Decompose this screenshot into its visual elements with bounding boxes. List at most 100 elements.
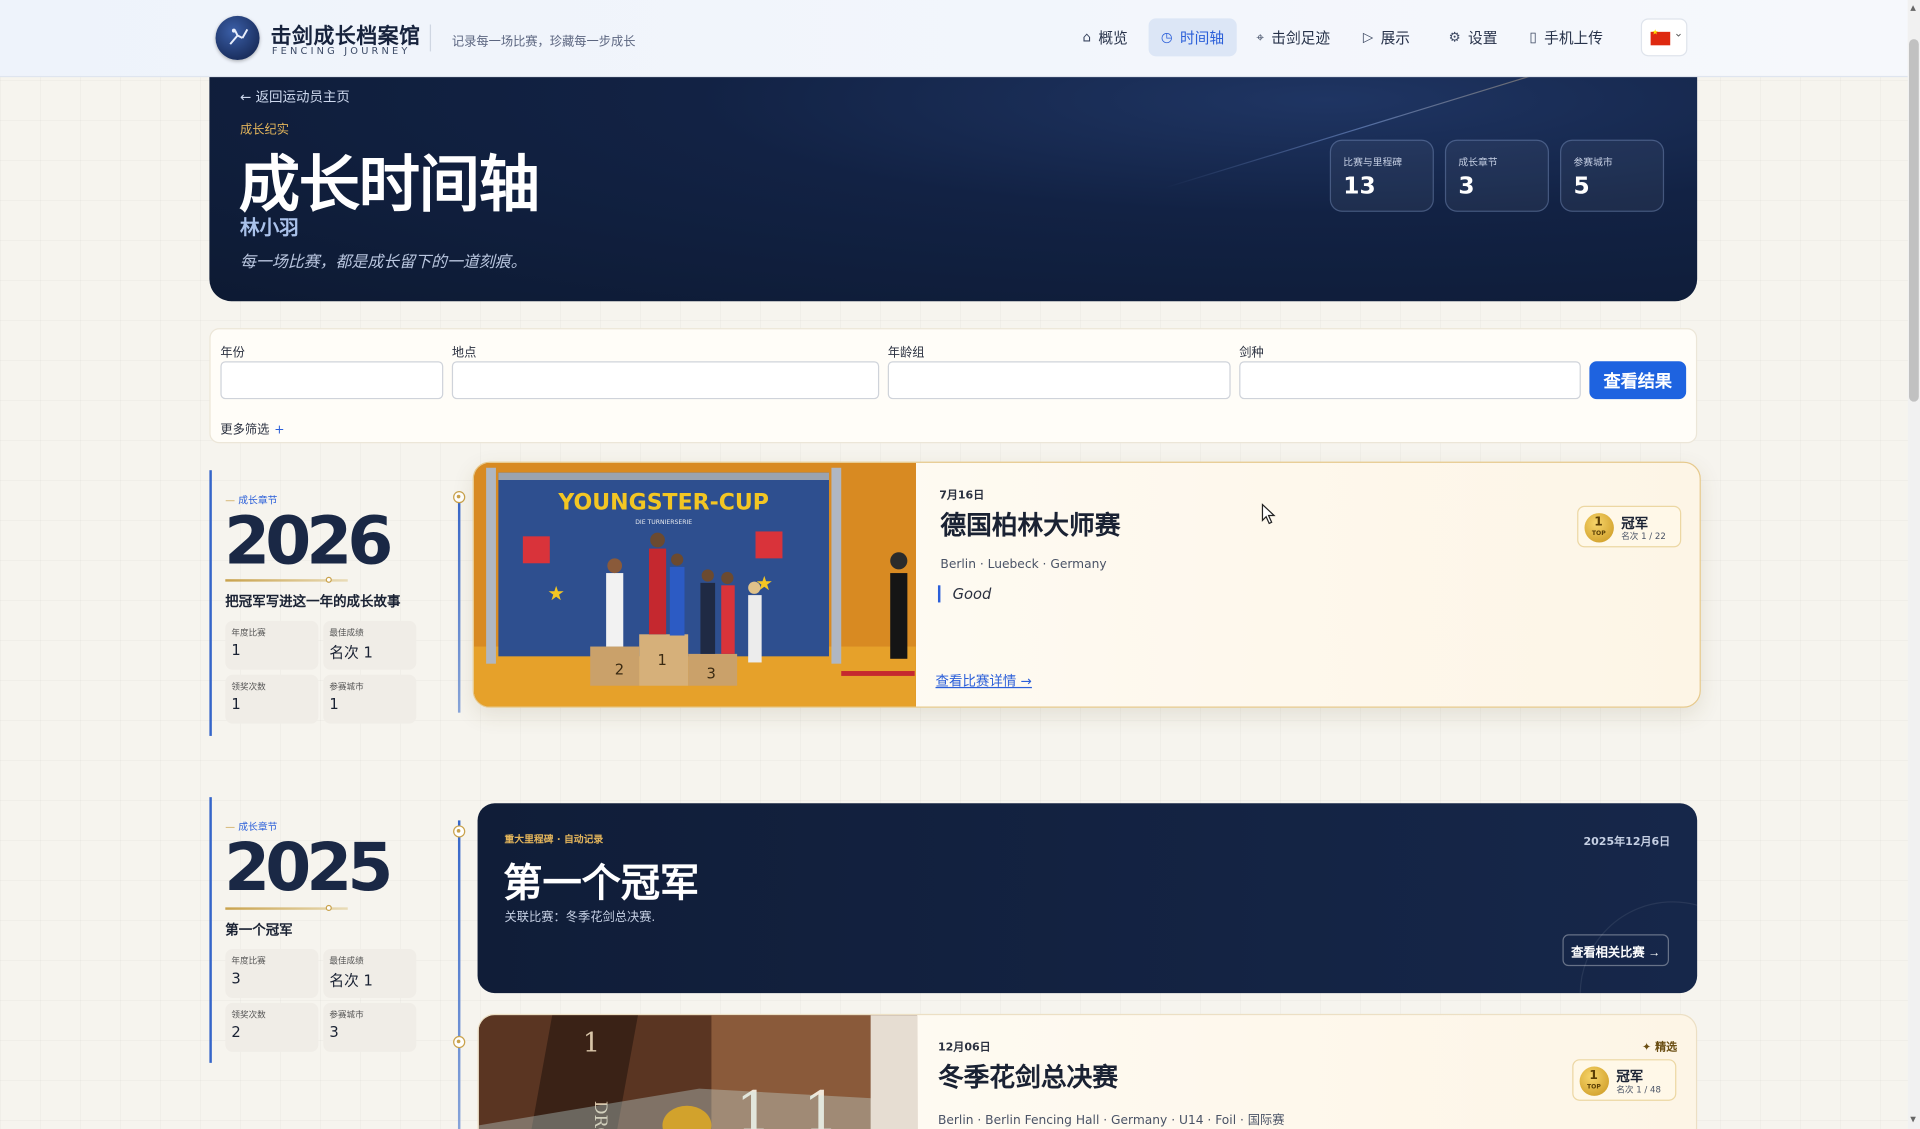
chapter-year: 2026 [224, 502, 393, 580]
stat-value: 1 [231, 695, 241, 713]
divider [429, 24, 432, 52]
year-dot [325, 576, 332, 583]
stat-value: 名次 1 [329, 972, 373, 990]
language-selector[interactable]: ⌄ [1640, 18, 1688, 57]
chapter-description: 第一个冠军 [225, 922, 293, 938]
stat-label: 领奖次数 [231, 1010, 266, 1021]
timeline-node [453, 491, 466, 504]
svg-text:★: ★ [547, 582, 565, 605]
hero-kicker: 成长纪实 [240, 123, 289, 138]
event-card-berlin-masters[interactable]: YOUNGSTER-CUP DIE TURNIERSERIE ★ ★ 2 1 3 [472, 461, 1701, 708]
featured-tag: ✦ 精选 [1642, 1042, 1678, 1055]
event-location: Berlin · Berlin Fencing Hall · Germany ·… [937, 1114, 1285, 1128]
hero-banner: ← 返回运动员主页 成长纪实 成长时间轴 林小羽 每一场比赛，都是成长留下的一道… [209, 77, 1698, 302]
tagline: 记录每一场比赛，珍藏每一步成长 [451, 35, 636, 49]
back-to-athlete-link[interactable]: ← 返回运动员主页 [240, 87, 350, 107]
scrollbar-thumb[interactable] [1908, 39, 1919, 402]
chapter-description: 把冠军写进这一年的成长故事 [225, 593, 401, 610]
year-dot [325, 904, 332, 912]
timeline-node [453, 1035, 466, 1049]
event-location: Berlin · Luebeck · Germany [940, 558, 1107, 572]
medal-text: TOP [1586, 1083, 1601, 1092]
event-title[interactable]: 冬季花剑总决赛 [938, 1058, 1118, 1095]
svg-text:2: 2 [615, 662, 624, 679]
home-icon: ⌂ [1082, 29, 1092, 46]
top-nav: 击剑成长档案馆 FENCING JOURNEY 记录每一场比赛，珍藏每一步成长 … [0, 0, 1908, 78]
event-title[interactable]: 德国柏林大师赛 [940, 506, 1120, 543]
stat-value: 13 [1343, 172, 1376, 200]
svg-text:3: 3 [707, 665, 716, 682]
chapter-bar [209, 470, 212, 736]
nav-label: 手机上传 [1544, 29, 1603, 47]
chapter-year: 2025 [224, 828, 393, 907]
timeline-node [453, 825, 466, 838]
event-card-winter-finals[interactable]: 1 DRO 1 1 12月06日 冬季花剑总决赛 Berlin · Berlin… [477, 1013, 1698, 1129]
page-scrollbar[interactable]: ▲ ▼ [1907, 0, 1920, 1129]
chapter-stat: 年度比赛 3 [225, 948, 319, 998]
event-date: 12月06日 [937, 1042, 991, 1055]
location-input[interactable] [451, 361, 880, 400]
badge-rank: 名次 1 / 22 [1621, 531, 1666, 542]
chapter-stat: 年度比赛 1 [225, 620, 319, 670]
event-note: Good [937, 585, 991, 603]
stat-label: 比赛与里程碑 [1343, 156, 1403, 168]
nav-item-overview[interactable]: ⌂ 概览 [1070, 18, 1140, 56]
stat-value: 名次 1 [329, 644, 373, 662]
badge-rank: 名次 1 / 48 [1616, 1084, 1661, 1095]
nav-item-settings[interactable]: ⚙ 设置 [1436, 18, 1509, 56]
nav-item-showcase[interactable]: ▷ 展示 [1351, 18, 1423, 56]
milestone-card[interactable]: 重大里程碑 · 自动记录 2025年12月6日 第一个冠军 关联比赛：冬季花剑总… [477, 803, 1698, 994]
nav-item-mobile-upload[interactable]: ▯ 手机上传 [1517, 18, 1615, 56]
mouse-cursor-icon [1261, 503, 1276, 525]
brand-subtitle: FENCING JOURNEY [271, 45, 411, 57]
stat-value: 3 [329, 1023, 339, 1041]
milestone-title: 第一个冠军 [503, 859, 700, 907]
phone-icon: ▯ [1529, 29, 1537, 46]
plus-icon: + [274, 423, 285, 438]
medal-text: TOP [1591, 530, 1606, 538]
event-photo[interactable]: 1 DRO 1 1 [478, 1015, 918, 1129]
view-match-details-link[interactable]: 查看比赛详情 → [936, 671, 1032, 691]
clock-icon: ◷ [1160, 29, 1173, 46]
page: 击剑成长档案馆 FENCING JOURNEY 记录每一场比赛，珍藏每一步成长 … [0, 0, 1920, 1129]
play-icon: ▷ [1362, 29, 1374, 46]
nav-label: 设置 [1468, 29, 1498, 47]
view-related-match-button[interactable]: 查看相关比赛 → [1562, 934, 1669, 967]
svg-text:1: 1 [658, 652, 667, 669]
chevron-down-icon: ⌄ [1673, 28, 1684, 41]
nav-label: 概览 [1098, 29, 1128, 47]
location-label: 地点 [451, 346, 477, 361]
stat-label: 参赛城市 [329, 1010, 364, 1021]
chapter-stat: 参赛城市 3 [323, 1002, 417, 1052]
chapter-stat: 领奖次数 1 [225, 674, 319, 724]
fencer-logo-icon[interactable] [215, 15, 260, 61]
nav-item-timeline[interactable]: ◷ 时间轴 [1148, 18, 1237, 57]
stat-value: 3 [1458, 172, 1475, 200]
stat-value: 3 [231, 969, 241, 987]
milestone-subtitle: 关联比赛：冬季花剑总决赛. [504, 911, 656, 925]
stat-value: 2 [231, 1023, 241, 1041]
chapter-bar [209, 797, 212, 1063]
age-group-label: 年龄组 [887, 346, 925, 361]
weapon-input[interactable] [1239, 361, 1581, 400]
map-pin-icon: ⌖ [1256, 28, 1264, 45]
svg-text:1: 1 [583, 1028, 600, 1059]
stat-value: 5 [1573, 172, 1590, 200]
scroll-up-arrow-icon[interactable]: ▲ [1910, 4, 1916, 13]
stat-chapters: 成长章节 3 [1444, 139, 1549, 212]
medal-number: 1 [1589, 1068, 1598, 1083]
year-input[interactable] [220, 361, 444, 400]
milestone-kicker: 重大里程碑 · 自动记录 [504, 833, 604, 845]
weapon-label: 剑种 [1239, 346, 1264, 361]
scroll-down-arrow-icon[interactable]: ▼ [1910, 1116, 1916, 1125]
stat-label: 最佳成绩 [329, 628, 364, 638]
age-group-input[interactable] [887, 361, 1231, 400]
china-flag-icon [1650, 28, 1671, 46]
nav-label: 时间轴 [1179, 29, 1225, 47]
nav-item-footprints[interactable]: ⌖ 击剑足迹 [1244, 18, 1342, 56]
event-photo[interactable]: YOUNGSTER-CUP DIE TURNIERSERIE ★ ★ 2 1 3 [473, 462, 916, 707]
photo-banner-text: YOUNGSTER-CUP [557, 490, 769, 515]
medal-number: 1 [1594, 515, 1603, 529]
more-filters-toggle[interactable]: 更多筛选 + [220, 419, 284, 437]
view-results-button[interactable]: 查看结果 [1589, 361, 1687, 400]
